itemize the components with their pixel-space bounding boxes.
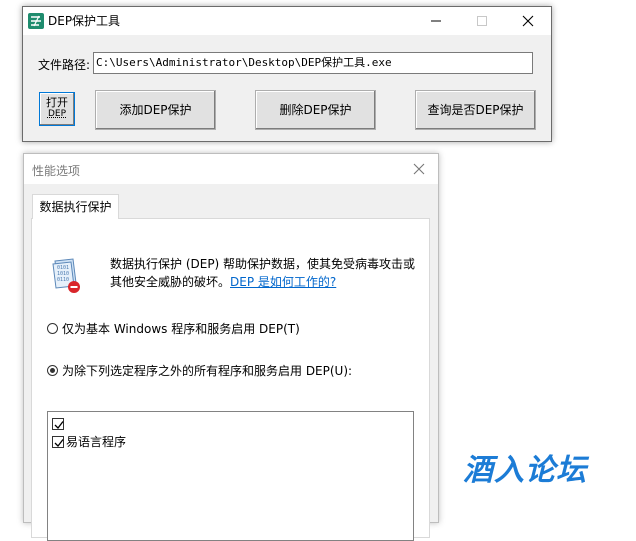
radio-all-dep[interactable]: 为除下列选定程序之外的所有程序和服务启用 DEP(U): xyxy=(47,362,352,379)
list-item-checkbox[interactable] xyxy=(52,418,64,430)
query-dep-button[interactable]: 查询是否DEP保护 xyxy=(415,90,536,130)
close-icon[interactable] xyxy=(412,162,426,176)
svg-text:0110: 0110 xyxy=(57,277,69,283)
radio-all-indicator[interactable] xyxy=(47,365,58,376)
radio-basic-label: 仅为基本 Windows 程序和服务启用 DEP(T) xyxy=(62,322,300,336)
radio-basic-indicator[interactable] xyxy=(47,323,58,334)
tab-panel: 0101 1010 0110 数据执行保护 (DEP) 帮助保护数据，使其免受病… xyxy=(31,218,430,541)
tab-data-execution-prevention[interactable]: 数据执行保护 xyxy=(32,194,119,219)
minimize-button[interactable] xyxy=(413,7,459,35)
perf-titlebar[interactable]: 性能选项 xyxy=(24,154,438,184)
checkmark-icon xyxy=(54,421,64,429)
performance-options-window: 性能选项 数据执行保护 0101 1010 0110 数据执行保护 (DEP) … xyxy=(23,153,439,541)
open-button-sublabel: DEP xyxy=(47,109,67,119)
radio-basic-dep[interactable]: 仅为基本 Windows 程序和服务启用 DEP(T) xyxy=(47,320,300,337)
forum-watermark: 酒入论坛 xyxy=(463,453,587,488)
dep-description: 数据执行保护 (DEP) 帮助保护数据，使其免受病毒攻击或其他安全威胁的破坏。D… xyxy=(110,255,420,291)
maximize-button[interactable] xyxy=(459,7,505,35)
tool-window-title: DEP保护工具 xyxy=(48,14,121,28)
dep-shield-icon: 0101 1010 0110 xyxy=(52,258,80,293)
perf-window-title: 性能选项 xyxy=(32,164,81,178)
list-item[interactable] xyxy=(52,416,66,432)
minimize-icon xyxy=(431,20,441,22)
app-logo-icon xyxy=(28,13,44,29)
close-icon xyxy=(522,15,534,27)
open-dep-button[interactable]: 打开 DEP xyxy=(39,92,75,126)
add-dep-button[interactable]: 添加DEP保护 xyxy=(95,90,216,130)
dep-tool-window: DEP保护工具 文件路径: C:\Users\Administrator\Des… xyxy=(22,6,552,142)
list-item-checkbox[interactable] xyxy=(52,436,64,448)
delete-dep-button[interactable]: 删除DEP保护 xyxy=(255,90,376,130)
open-button-label: 打开 xyxy=(46,96,68,109)
list-item-label: 易语言程序 xyxy=(66,435,127,449)
file-path-input[interactable]: C:\Users\Administrator\Desktop\DEP保护工具.e… xyxy=(93,52,533,74)
close-button[interactable] xyxy=(505,7,551,35)
maximize-icon xyxy=(477,16,487,26)
list-item[interactable]: 易语言程序 xyxy=(52,434,126,450)
checkmark-icon xyxy=(54,439,64,447)
dep-help-link[interactable]: DEP 是如何工作的? xyxy=(230,275,336,289)
path-label: 文件路径: xyxy=(38,58,91,72)
program-exception-list[interactable]: 易语言程序 xyxy=(47,411,414,541)
radio-all-label: 为除下列选定程序之外的所有程序和服务启用 DEP(U): xyxy=(62,364,353,378)
tool-titlebar[interactable]: DEP保护工具 xyxy=(23,7,551,35)
